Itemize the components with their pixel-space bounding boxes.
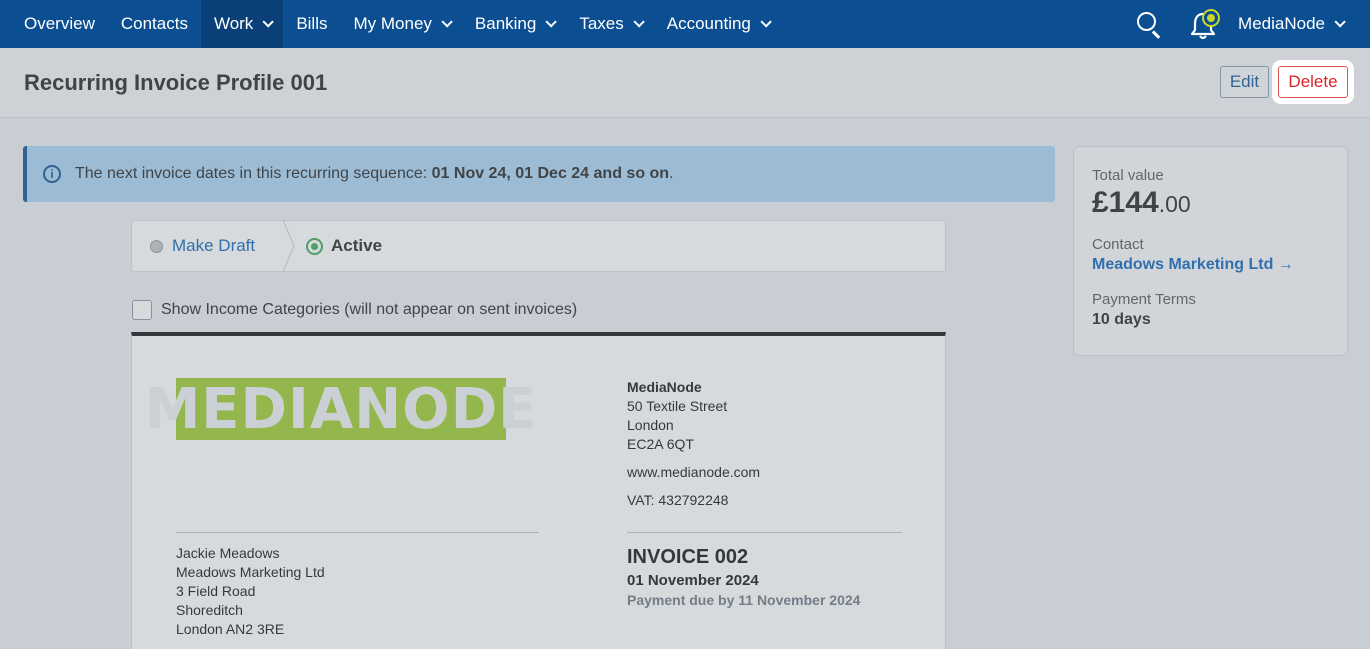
nav-contacts[interactable]: Contacts <box>108 0 201 48</box>
notification-badge <box>1204 11 1219 25</box>
make-draft-label: Make Draft <box>172 236 256 255</box>
invoice-number: INVOICE 002 <box>627 546 749 568</box>
show-income-categories-checkbox[interactable] <box>132 300 152 320</box>
recipient-area: Shoreditch <box>176 602 243 618</box>
nav-right: MediaNode <box>1136 0 1370 48</box>
edit-button[interactable]: Edit <box>1220 66 1269 98</box>
nav-accounting-label: Accounting <box>666 14 751 33</box>
total-pounds: £144 <box>1092 186 1159 219</box>
info-banner: i The next invoice dates in this recurri… <box>23 146 1055 202</box>
chevron-down-icon <box>262 16 275 28</box>
sender-street: 50 Textile Street <box>627 398 728 414</box>
show-income-categories-row: Show Income Categories (will not appear … <box>132 300 577 320</box>
nav-accounting[interactable]: Accounting <box>654 0 781 48</box>
page-header: Recurring Invoice Profile 001 Edit <box>0 48 1370 118</box>
make-draft-step[interactable]: Make Draft <box>132 221 282 271</box>
user-menu[interactable]: MediaNode <box>1238 14 1346 34</box>
delete-button[interactable]: Delete <box>1272 60 1354 104</box>
summary-card: Total value £144.00 Contact Meadows Mark… <box>1073 146 1348 356</box>
nav-banking[interactable]: Banking <box>462 0 566 48</box>
recipient-city: London AN2 3RE <box>176 621 285 637</box>
nav-bills-label: Bills <box>296 14 328 33</box>
banner-suffix: . <box>669 165 674 182</box>
chevron-down-icon <box>1334 16 1346 28</box>
notification-bell-icon[interactable] <box>1190 7 1220 41</box>
show-income-categories-label: Show Income Categories (will not appear … <box>161 301 578 318</box>
nav-my-money-label: My Money <box>353 14 432 33</box>
invoice-preview: MEDIANODE MediaNode 50 Textile Street Lo… <box>131 332 946 649</box>
active-step: Active <box>298 221 382 271</box>
draft-status-dot <box>150 239 163 253</box>
search-icon[interactable] <box>1136 11 1162 39</box>
sender-name: MediaNode <box>627 379 702 395</box>
page-title: Recurring Invoice Profile 001 <box>24 70 328 95</box>
recipient-address: Jackie Meadows Meadows Marketing Ltd 3 F… <box>176 544 325 639</box>
nav-my-money[interactable]: My Money <box>340 0 461 48</box>
payment-terms-label: Payment Terms <box>1092 291 1196 308</box>
nav-taxes[interactable]: Taxes <box>566 0 653 48</box>
active-status-dot <box>306 237 323 255</box>
info-icon: i <box>43 165 61 183</box>
nav-bills[interactable]: Bills <box>283 0 340 48</box>
invoice-date: 01 November 2024 <box>627 572 759 589</box>
chevron-down-icon <box>760 16 772 28</box>
nav-banking-label: Banking <box>474 14 537 33</box>
total-pence: .00 <box>1158 191 1191 217</box>
chevron-down-icon <box>545 16 558 28</box>
divider <box>176 532 539 533</box>
payment-due: Payment due by 11 November 2024 <box>627 592 861 608</box>
logo-text: MEDIANODE <box>144 376 538 442</box>
sender-postcode: EC2A 6QT <box>627 436 694 452</box>
top-nav: Overview Contacts Work Bills My Money Ba… <box>0 0 1370 48</box>
sender-vat: VAT: 432792248 <box>627 492 729 508</box>
contact-link[interactable]: Meadows Marketing Ltd → <box>1092 256 1329 274</box>
recipient-person: Jackie Meadows <box>176 545 280 561</box>
banner-text: The next invoice dates in this recurring… <box>75 165 432 182</box>
active-label: Active <box>331 236 383 255</box>
nav-overview-label: Overview <box>24 14 95 33</box>
contact-label: Contact <box>1092 236 1144 253</box>
nav-work[interactable]: Work <box>200 0 284 48</box>
chevron-down-icon <box>633 16 645 28</box>
step-separator <box>282 220 298 272</box>
sender-address: MediaNode 50 Textile Street London EC2A … <box>627 378 760 510</box>
sender-website: www.medianode.com <box>627 464 761 480</box>
chevron-down-icon <box>441 16 453 28</box>
banner-dates: 01 Nov 24, 01 Dec 24 and so on <box>431 165 670 182</box>
recipient-company: Meadows Marketing Ltd <box>176 564 325 580</box>
divider <box>627 532 902 533</box>
status-steps: Make Draft Active <box>131 220 946 272</box>
sender-city: London <box>627 417 674 433</box>
nav-taxes-label: Taxes <box>579 14 624 33</box>
payment-terms-value: 10 days <box>1092 311 1151 328</box>
nav-contacts-label: Contacts <box>120 14 188 33</box>
user-menu-label: MediaNode <box>1238 14 1325 33</box>
recipient-street: 3 Field Road <box>176 583 256 599</box>
total-value: £144.00 <box>1092 186 1329 220</box>
nav-work-label: Work <box>213 14 254 33</box>
nav-overview[interactable]: Overview <box>0 0 108 48</box>
total-label: Total value <box>1092 167 1164 184</box>
company-logo: MEDIANODE <box>145 377 537 442</box>
